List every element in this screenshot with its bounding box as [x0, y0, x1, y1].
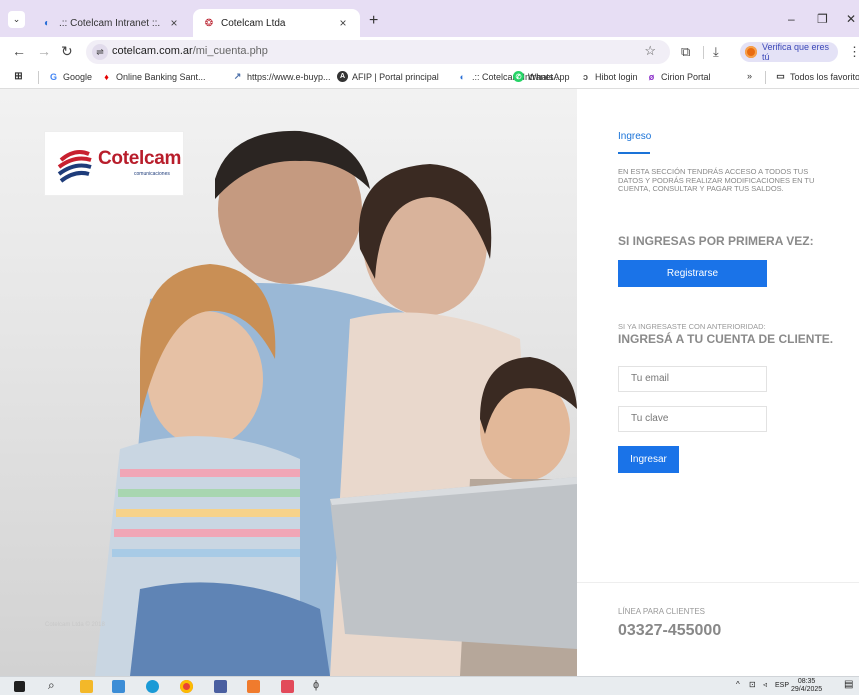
toolbar-divider [703, 46, 704, 59]
tab-underline [618, 152, 650, 154]
returning-heading: INGRESÁ A TU CUENTA DE CLIENTE. [618, 332, 834, 346]
profile-avatar-icon [745, 46, 757, 58]
register-button[interactable]: Registrarse [618, 260, 767, 287]
clock-date: 29/4/2025 [791, 686, 823, 693]
hotline-label: LÍNEA PARA CLIENTES [618, 607, 705, 616]
file-explorer-icon[interactable] [80, 680, 93, 693]
google-icon: G [49, 71, 57, 82]
family-hero-image: Cotelcam comunicaciones Cotelcam Ltda © … [0, 89, 577, 676]
reload-icon[interactable]: ↻ [61, 43, 73, 60]
bookmark-santander[interactable]: ♦ Online Banking Sant... [101, 71, 205, 82]
network-icon[interactable]: ⊡ [749, 680, 756, 689]
search-icon[interactable]: ⌕ [48, 678, 55, 693]
address-row: ← → ↻ ⇌ cotelcam.com.ar/mi_cuenta.php ☆ … [0, 37, 859, 67]
restore-icon[interactable]: ❐ [817, 12, 828, 26]
close-window-icon[interactable]: ✕ [846, 12, 856, 26]
notifications-icon[interactable]: ▤ [844, 679, 853, 690]
brand-tagline: comunicaciones [134, 171, 170, 177]
folder-icon: ▭ [776, 71, 785, 81]
cotelcam-swirl-icon [57, 150, 92, 183]
password-field[interactable]: Tu clave [618, 406, 767, 432]
tray-chevron-icon[interactable]: ^ [736, 680, 740, 689]
bookmark-cirion[interactable]: ø Cirion Portal [646, 71, 711, 82]
page: Cotelcam comunicaciones Cotelcam Ltda © … [0, 89, 859, 676]
language-indicator[interactable]: ESP [775, 682, 789, 689]
forward-icon[interactable]: → [37, 43, 51, 59]
mail-icon[interactable] [112, 680, 125, 693]
first-time-heading: SI INGRESAS POR PRIMERA VEZ: [618, 234, 814, 248]
bookmark-ebuyp[interactable]: ↗ https://www.e-buyp... [232, 71, 331, 82]
url-text[interactable]: cotelcam.com.ar/mi_cuenta.php [112, 45, 268, 57]
clock-time: 08:35 [797, 678, 816, 685]
tab-search-icon[interactable]: ⌄ [8, 11, 25, 28]
brand-name: Cotelcam [98, 148, 182, 169]
back-icon[interactable]: ← [12, 43, 26, 59]
login-button[interactable]: Ingresar [618, 446, 679, 473]
address-bar[interactable]: ⇌ cotelcam.com.ar/mi_cuenta.php ☆ [86, 40, 670, 64]
tab-cotelcam-intranet[interactable]: ◐ .:: Cotelcam Intranet ::. × [31, 9, 191, 37]
edge-icon[interactable] [146, 680, 159, 693]
apps-grid-icon[interactable]: ⊞ [13, 71, 28, 82]
divider [577, 582, 859, 583]
hibot-icon: ↄ [582, 71, 588, 82]
link-icon: ↗ [233, 71, 242, 81]
email-field[interactable]: Tu email [618, 366, 767, 392]
bookmarks-bar: ⊞ G Google ♦ Online Banking Sant... ↗ https… [0, 67, 859, 89]
extensions-icon[interactable]: ⧉ [681, 44, 690, 60]
cotelcam-favicon-icon: ◐ [43, 17, 51, 29]
tab-ingreso[interactable]: Ingreso [618, 131, 651, 142]
bookmarks-divider [765, 71, 766, 84]
download-icon[interactable]: ⤓ [713, 44, 719, 60]
bookmark-google[interactable]: G Google [48, 71, 92, 82]
tab-strip: ⌄ ◐ .:: Cotelcam Intranet ::. × ❂ Cotelc… [0, 0, 859, 37]
cotelcam-favicon-icon: ❂ [204, 17, 214, 29]
copyright-text: Cotelcam Ltda © 2018 [45, 622, 105, 628]
hotline-number: 03327-455000 [618, 622, 722, 639]
taskbar: ⌕ ɸ ^ ⊡ ◃ ESP 08:35 29/4/2025 ▤ [0, 676, 859, 695]
volume-icon[interactable]: ◃ [763, 680, 767, 689]
tool-icon[interactable]: ɸ [313, 679, 319, 691]
tab-title: Cotelcam Ltda [221, 17, 286, 29]
tab-title: .:: Cotelcam Intranet ::. [59, 17, 161, 29]
clock[interactable]: 08:35 29/4/2025 [791, 678, 822, 694]
profile-verify-label: Verifica que eres tú [762, 42, 830, 62]
close-tab-icon[interactable]: × [167, 16, 181, 30]
profile-verify-button[interactable]: Verifica que eres tú [740, 42, 838, 62]
whatsapp-icon: ✆ [513, 71, 524, 82]
bookmark-hibot[interactable]: ↄ Hibot login [580, 71, 638, 82]
bookmark-afip[interactable]: A AFIP | Portal principal [337, 71, 439, 82]
app-icon[interactable] [214, 680, 227, 693]
outlook-icon[interactable] [247, 680, 260, 693]
more-menu-icon[interactable]: ⋮ [848, 44, 859, 60]
app-icon[interactable] [281, 680, 294, 693]
start-windows-icon[interactable] [14, 681, 25, 692]
chrome-icon[interactable] [180, 680, 193, 693]
bookmark-whatsapp[interactable]: ✆ WhatsApp [513, 71, 570, 82]
bookmarks-overflow-button[interactable]: » [747, 71, 752, 81]
bookmark-star-icon[interactable]: ☆ [644, 43, 656, 59]
site-info-icon[interactable]: ⇌ [92, 44, 108, 60]
bookmarks-divider [38, 71, 39, 84]
returning-subheading: SI YA INGRESASTE CON ANTERIORIDAD: [618, 322, 766, 331]
close-tab-icon[interactable]: × [336, 16, 350, 30]
login-description: EN ESTA SECCIÓN TENDRÁS ACCESO A TODOS T… [618, 167, 815, 193]
new-tab-button[interactable]: + [369, 12, 378, 30]
cotelcam-icon: ◐ [459, 71, 466, 82]
tab-cotelcam-ltda[interactable]: ❂ Cotelcam Ltda × [193, 9, 360, 37]
minimize-icon[interactable]: – [788, 12, 795, 26]
santander-icon: ♦ [104, 71, 109, 82]
cotelcam-logo[interactable]: Cotelcam comunicaciones [44, 131, 184, 196]
afip-icon: A [337, 71, 348, 82]
login-panel: Ingreso EN ESTA SECCIÓN TENDRÁS ACCESO A… [577, 89, 859, 676]
all-bookmarks-folder[interactable]: ▭ Todos los favoritos [775, 71, 859, 82]
cirion-icon: ø [648, 71, 655, 82]
